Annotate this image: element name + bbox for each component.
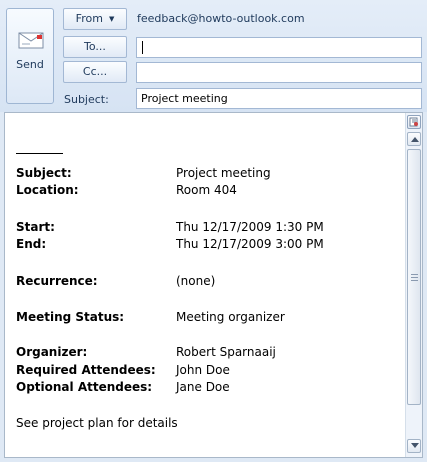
send-label: Send [16, 58, 44, 71]
scroll-down-button[interactable] [407, 439, 421, 453]
info-row-required-attendees: Required Attendees: John Doe [16, 363, 396, 380]
row-label: Required Attendees: [16, 363, 156, 377]
from-address: feedback@howto-outlook.com [137, 12, 305, 25]
cc-label: Cc... [82, 65, 108, 78]
info-row-optional-attendees: Optional Attendees: Jane Doe [16, 380, 396, 397]
envelope-send-icon [18, 32, 44, 49]
row-value: Project meeting [176, 166, 271, 180]
row-value: Thu 12/17/2009 3:00 PM [176, 237, 324, 251]
from-button[interactable]: From ▼ [63, 8, 127, 30]
subject-label: Subject: [64, 93, 109, 106]
message-body[interactable]: Subject: Project meeting Location: Room … [4, 112, 423, 458]
cc-field[interactable] [136, 62, 422, 83]
row-label: Optional Attendees: [16, 380, 153, 394]
row-value: (none) [176, 274, 216, 288]
text-cursor [142, 41, 143, 54]
message-header: Send From ▼ feedback@howto-outlook.com To… [0, 0, 427, 112]
row-value: Robert Sparnaaij [176, 345, 276, 359]
scroll-up-button[interactable] [407, 132, 421, 146]
row-value: Thu 12/17/2009 1:30 PM [176, 220, 324, 234]
row-label: Meeting Status: [16, 310, 125, 324]
to-field[interactable] [136, 37, 422, 58]
scroll-thumb[interactable] [407, 149, 421, 405]
row-value: Room 404 [176, 183, 237, 197]
to-label: To... [84, 40, 106, 53]
grip-line [411, 274, 418, 275]
row-value: John Doe [176, 363, 230, 377]
row-value: Meeting organizer [176, 310, 285, 324]
grip-line [411, 277, 418, 278]
from-label: From [75, 12, 103, 25]
arrow-up-icon [411, 137, 419, 142]
to-button[interactable]: To... [63, 36, 127, 58]
chevron-down-icon: ▼ [108, 15, 115, 23]
grip-line [411, 280, 418, 281]
info-row-subject: Subject: Project meeting [16, 166, 396, 183]
info-row-meeting-status: Meeting Status: Meeting organizer [16, 310, 396, 327]
row-label: End: [16, 237, 47, 251]
row-label: Organizer: [16, 345, 88, 359]
send-button[interactable]: Send [6, 8, 54, 104]
info-row-recurrence: Recurrence: (none) [16, 274, 396, 291]
cc-button[interactable]: Cc... [63, 61, 127, 83]
info-row-location: Location: Room 404 [16, 183, 396, 200]
info-row-start: Start: Thu 12/17/2009 1:30 PM [16, 220, 396, 237]
info-row-organizer: Organizer: Robert Sparnaaij [16, 345, 396, 362]
subject-value: Project meeting [141, 92, 228, 105]
arrow-down-icon [411, 443, 419, 448]
subject-field[interactable]: Project meeting [136, 88, 422, 109]
page-icon[interactable] [407, 115, 421, 129]
row-label: Start: [16, 220, 55, 234]
separator-line [16, 153, 63, 154]
row-label: Recurrence: [16, 274, 98, 288]
row-label: Subject: [16, 166, 72, 180]
row-value: Jane Doe [176, 380, 230, 394]
info-row-end: End: Thu 12/17/2009 3:00 PM [16, 237, 396, 254]
vertical-scrollbar[interactable] [405, 113, 422, 457]
row-label: Location: [16, 183, 79, 197]
body-note: See project plan for details [16, 416, 178, 430]
